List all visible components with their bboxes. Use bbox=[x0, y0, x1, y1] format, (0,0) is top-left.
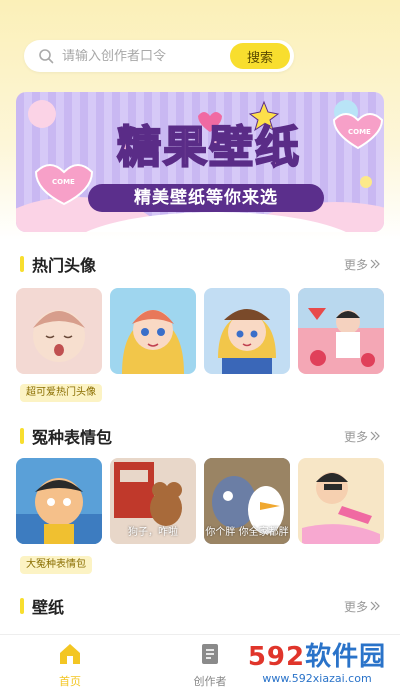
meme-caption: 狗子，咋啦 bbox=[128, 527, 178, 538]
avatar-image bbox=[33, 310, 85, 362]
section-title: 冤种表情包 bbox=[32, 428, 113, 447]
tab-creator[interactable]: 创作者 bbox=[180, 641, 240, 689]
memes-tag: 大冤种表情包 bbox=[20, 556, 92, 574]
home-icon bbox=[60, 644, 80, 664]
avatar-thumb-3[interactable] bbox=[204, 288, 290, 374]
section-header-memes: 冤种表情包 更多 bbox=[20, 424, 380, 448]
promo-banner[interactable]: COME COME 糖果壁纸 精美壁纸等你来选 bbox=[16, 92, 384, 232]
banner-subtitle: 精美壁纸等你来选 bbox=[88, 184, 324, 212]
watermark-brand: 软件园 bbox=[305, 642, 387, 672]
section-title: 壁纸 bbox=[32, 598, 65, 617]
memes-row: 狗子，咋啦 你个胖 你全家都胖 bbox=[16, 458, 384, 544]
more-label: 更多 bbox=[343, 257, 368, 272]
avatar-image bbox=[218, 309, 276, 374]
search-input[interactable] bbox=[62, 48, 222, 64]
meme-thumb-4[interactable] bbox=[298, 458, 384, 544]
search-button[interactable]: 搜索 bbox=[230, 43, 290, 69]
hot-avatars-row bbox=[16, 288, 384, 374]
section-title: 热门头像 bbox=[32, 256, 97, 275]
more-label: 更多 bbox=[343, 429, 368, 444]
meme-thumb-1[interactable] bbox=[16, 458, 102, 544]
section-header-hot-avatars: 热门头像 更多 bbox=[20, 252, 380, 276]
double-chevron-right-icon bbox=[370, 431, 380, 441]
more-link-hot-avatars[interactable]: 更多 bbox=[344, 256, 380, 273]
search-bar[interactable]: 搜索 bbox=[24, 40, 294, 72]
tab-label: 创作者 bbox=[193, 675, 227, 688]
section-accent-bar bbox=[20, 598, 24, 614]
avatar-thumb-4[interactable] bbox=[298, 288, 384, 374]
avatar-thumb-1[interactable] bbox=[16, 288, 102, 374]
meme-thumb-2[interactable]: 狗子，咋啦 bbox=[110, 458, 196, 544]
meme-image bbox=[16, 478, 102, 544]
section-accent-bar bbox=[20, 428, 24, 444]
double-chevron-right-icon bbox=[370, 601, 380, 611]
section-accent-bar bbox=[20, 256, 24, 272]
meme-image bbox=[302, 472, 380, 544]
meme-caption: 你个胖 你全家都胖 bbox=[205, 527, 289, 538]
more-label: 更多 bbox=[343, 599, 368, 614]
avatar-image bbox=[122, 310, 184, 374]
double-chevron-right-icon bbox=[370, 259, 380, 269]
section-header-wallpapers: 壁纸 更多 bbox=[20, 594, 380, 618]
meme-thumb-3[interactable]: 你个胖 你全家都胖 bbox=[204, 458, 290, 544]
avatar-image bbox=[298, 288, 384, 367]
banner-badge-left: COME bbox=[52, 178, 75, 186]
more-link-memes[interactable]: 更多 bbox=[344, 428, 380, 445]
document-icon bbox=[202, 644, 218, 664]
watermark-url: www.592xiazai.com bbox=[262, 672, 372, 685]
watermark-number: 592 bbox=[247, 642, 306, 672]
avatar-thumb-2[interactable] bbox=[110, 288, 196, 374]
more-link-wallpapers[interactable]: 更多 bbox=[344, 598, 380, 615]
hot-avatars-tag: 超可爱热门头像 bbox=[20, 384, 102, 402]
banner-badge-right: COME bbox=[348, 128, 371, 136]
site-watermark: 592软件园 www.592xiazai.com bbox=[242, 642, 392, 690]
search-icon bbox=[39, 49, 54, 64]
tab-label: 首页 bbox=[59, 675, 81, 688]
banner-title: 糖果壁纸 bbox=[116, 121, 301, 174]
tab-home[interactable]: 首页 bbox=[40, 641, 100, 689]
